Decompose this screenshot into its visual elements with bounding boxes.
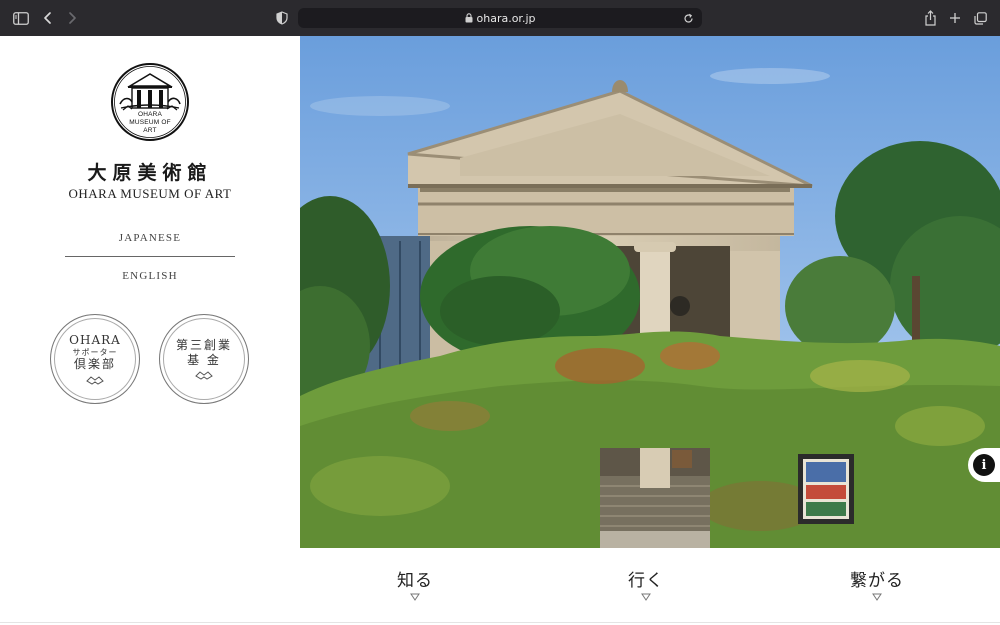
url-text: ohara.or.jp	[476, 11, 536, 25]
lock-icon	[465, 13, 472, 23]
nav-item-connect[interactable]: 繋がる	[817, 566, 937, 601]
chevron-down-icon	[872, 593, 882, 601]
privacy-shield-icon[interactable]	[272, 8, 292, 28]
new-tab-plus-icon[interactable]	[945, 8, 965, 28]
hero-museum-photo	[300, 36, 1000, 548]
address-bar[interactable]: ohara.or.jp	[298, 8, 702, 28]
nav-item-learn[interactable]: 知る	[355, 566, 475, 601]
sidebar: OHARA MUSEUM OF ART 大原美術館 OHARA MUSEUM O…	[0, 36, 300, 548]
nav-item-visit[interactable]: 行く	[586, 566, 706, 601]
nav-label-connect: 繋がる	[850, 571, 904, 591]
logo-text: OHARA MUSEUM OF ART	[129, 111, 171, 134]
chevron-down-icon	[410, 593, 420, 601]
sidebar-toggle-icon[interactable]	[11, 8, 31, 28]
language-divider	[65, 256, 235, 257]
museum-title-en: OHARA MUSEUM OF ART	[68, 186, 232, 201]
forward-arrow-icon[interactable]	[62, 8, 82, 28]
language-english-link[interactable]: ENGLISH	[0, 270, 300, 282]
bottom-navigation: 知る 行く 繋がる	[300, 548, 1000, 625]
foundation-line1: 第三創業	[175, 338, 232, 353]
nav-label-learn: 知る	[397, 571, 433, 591]
supporters-club-line1: OHARA	[69, 333, 121, 348]
supporters-club-line2: サポーター	[72, 347, 118, 357]
reload-icon[interactable]	[680, 10, 696, 26]
handshake-icon	[86, 376, 104, 385]
browser-toolbar: ohara.or.jp	[0, 0, 1000, 36]
supporters-club-line3: 倶楽部	[73, 357, 116, 372]
language-japanese-link[interactable]: JAPANESE	[0, 232, 300, 244]
info-icon: i	[973, 454, 995, 476]
info-button[interactable]: i	[968, 448, 1000, 482]
handshake-icon	[195, 371, 213, 380]
museum-title-jp: 大原美術館	[87, 162, 213, 184]
nav-label-visit: 行く	[628, 571, 664, 591]
foundation-line2: 基 金	[187, 352, 221, 367]
museum-logo[interactable]: OHARA MUSEUM OF ART	[110, 62, 190, 142]
back-arrow-icon[interactable]	[38, 8, 58, 28]
tab-overview-icon[interactable]	[970, 8, 990, 28]
foundation-fund-button[interactable]: 第三創業 基 金	[159, 314, 249, 404]
share-icon[interactable]	[920, 8, 940, 28]
chevron-down-icon	[641, 593, 651, 601]
page-bottom-divider	[0, 622, 1000, 623]
supporters-club-button[interactable]: OHARA サポーター 倶楽部	[50, 314, 140, 404]
